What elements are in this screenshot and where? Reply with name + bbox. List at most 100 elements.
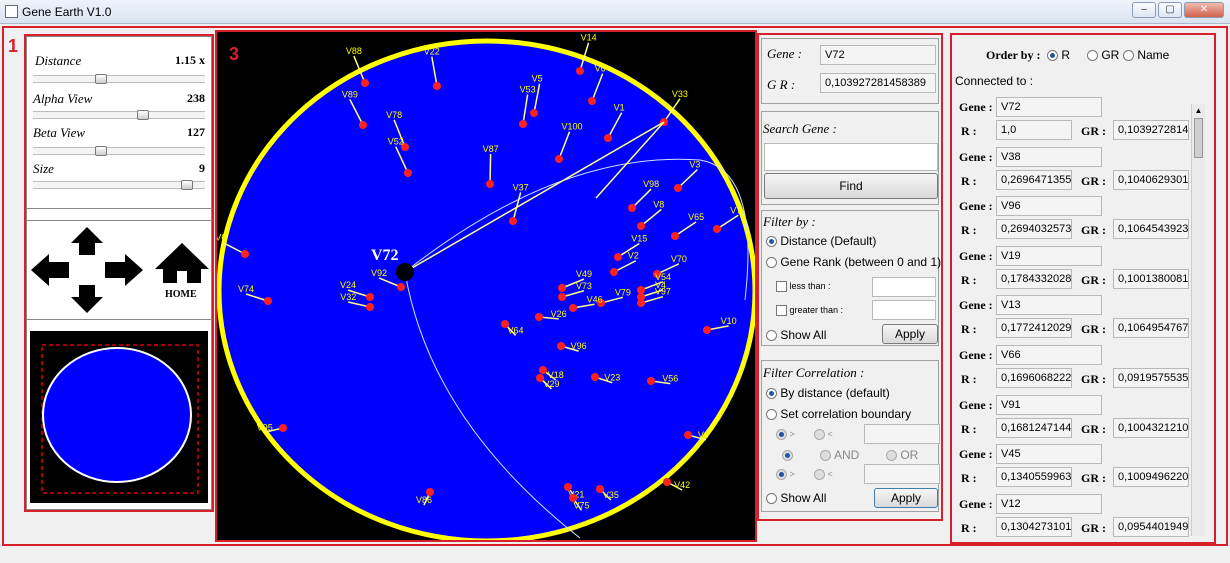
corr-apply-button[interactable]: Apply (874, 488, 938, 508)
radio[interactable] (776, 469, 787, 481)
row-r-label: R : (961, 223, 977, 238)
row-gr-label: GR : (1081, 124, 1106, 138)
connected-row[interactable]: Gene : V72 R : 1,0 GR : 0,10392728145 (953, 94, 1193, 140)
slider-thumb[interactable] (137, 110, 149, 120)
radio[interactable] (820, 450, 832, 462)
corr-gt2-option[interactable]: > (776, 469, 795, 481)
row-gene-value: V19 (996, 245, 1102, 266)
radio[interactable] (1123, 50, 1134, 62)
radio[interactable] (776, 429, 787, 441)
maximize-button[interactable]: ▢ (1158, 2, 1182, 18)
greater-than-input[interactable] (872, 300, 936, 320)
distance-slider[interactable] (33, 74, 205, 84)
connected-row[interactable]: Gene : V19 R : 0,17843320281 GR : 0,100138008… (953, 243, 1193, 289)
filter-gene-rank-option[interactable]: Gene Rank (between 0 and 1) (766, 255, 941, 269)
less-than-option[interactable]: less than : (776, 281, 831, 293)
row-gr-label: GR : (1081, 272, 1106, 287)
filter-apply-button[interactable]: Apply (882, 324, 938, 344)
row-gr-value: 0,09195755356 (1113, 368, 1189, 388)
radio-selected[interactable] (1047, 50, 1058, 62)
connected-row[interactable]: Gene : V13 R : 0,17724120298 GR : 0,106495476… (953, 292, 1193, 339)
filter-show-all-option[interactable]: Show All (766, 328, 826, 342)
filter-distance-option[interactable]: Distance (Default) (766, 234, 876, 248)
order-gr-option[interactable]: GR (1087, 48, 1119, 62)
connected-row[interactable]: Gene : V38 R : 0,26964713559 GR : 0,104062930… (953, 144, 1193, 190)
corr-distance-label: By distance (default) (780, 386, 890, 400)
radio[interactable] (814, 429, 825, 441)
row-gene-value: V38 (996, 146, 1102, 167)
checkbox[interactable] (776, 281, 787, 293)
beta-slider[interactable] (33, 146, 205, 156)
home-icon[interactable] (155, 243, 209, 283)
connected-row[interactable]: Gene : V96 R : 0,26940325734 GR : 0,106454392… (953, 193, 1193, 240)
beta-label: Beta View (33, 125, 86, 140)
slider-thumb[interactable] (95, 146, 107, 156)
corr-upper-input[interactable] (864, 464, 940, 484)
row-gr-value: 0,10392728145 (1113, 120, 1189, 140)
order-r-option[interactable]: R (1047, 48, 1070, 62)
row-gr-label: GR : (1081, 421, 1106, 436)
connected-row[interactable]: Gene : V12 R : 0,13042731014 GR : 0,095440194… (953, 491, 1193, 537)
search-input[interactable] (764, 143, 938, 171)
greater-than-option[interactable]: greater than : (776, 305, 843, 317)
alpha-slider[interactable] (33, 110, 205, 120)
corr-lt-option[interactable]: < (814, 429, 833, 441)
radio[interactable] (766, 257, 777, 269)
connected-row[interactable]: Gene : V66 R : 0,16960682226 GR : 0,091957553… (953, 342, 1193, 388)
arrow-down-icon[interactable] (71, 285, 103, 313)
corr-gt-option[interactable]: > (776, 429, 795, 441)
order-name-option[interactable]: Name (1123, 48, 1169, 62)
order-by-label: Order by : (986, 48, 1041, 62)
checkbox[interactable] (776, 305, 787, 317)
order-gr-label: GR (1101, 48, 1120, 62)
connected-row[interactable]: Gene : V45 R : 0,13405599635 GR : 0,100949622… (953, 441, 1193, 488)
row-gene-value: V91 (996, 394, 1102, 415)
row-gene-label: Gene : (959, 149, 993, 164)
radio-selected[interactable] (766, 236, 777, 248)
lt-label: < (827, 469, 833, 479)
scroll-thumb[interactable] (1194, 118, 1203, 158)
radio[interactable] (766, 409, 777, 421)
connected-genes-panel: Order by : R GR Name Connected to : Gene… (953, 36, 1214, 542)
slider-thumb[interactable] (181, 180, 193, 190)
less-than-label: less than : (789, 281, 831, 291)
radio[interactable] (782, 450, 793, 462)
scroll-up-icon[interactable]: ▲ (1192, 104, 1205, 118)
size-slider[interactable] (33, 180, 205, 190)
arrow-left-icon[interactable] (31, 254, 69, 286)
lt-label: < (827, 429, 833, 439)
minimap[interactable] (30, 331, 208, 503)
corr-distance-option[interactable]: By distance (default) (766, 386, 890, 400)
corr-and-option[interactable]: AND (782, 448, 859, 462)
arrow-right-icon[interactable] (105, 254, 143, 286)
radio[interactable] (886, 450, 897, 462)
close-button[interactable]: ✕ (1184, 2, 1224, 18)
row-gr-label: GR : (1081, 372, 1106, 386)
row-gene-label: Gene : (959, 348, 993, 362)
row-gr-value: 0,10649547670 (1113, 318, 1189, 339)
arrow-up-icon[interactable] (71, 227, 103, 255)
gr-field: 0,103927281458389 (820, 73, 936, 93)
corr-lt2-option[interactable]: < (814, 469, 833, 481)
radio[interactable] (1087, 50, 1098, 62)
corr-boundary-option[interactable]: Set correlation boundary (766, 407, 911, 421)
gr-label: G R : (767, 77, 796, 92)
row-gene-label: Gene : (959, 100, 993, 114)
minimize-button[interactable]: – (1132, 2, 1156, 18)
connected-row[interactable]: Gene : V91 R : 0,16812471442 GR : 0,100432121… (953, 392, 1193, 438)
connected-scrollbar[interactable]: ▲ (1191, 104, 1205, 536)
find-button[interactable]: Find (764, 173, 938, 199)
slider-thumb[interactable] (95, 74, 107, 84)
less-than-input[interactable] (872, 277, 936, 297)
radio[interactable] (766, 493, 777, 505)
row-r-value: 0,17724120298 (996, 318, 1072, 339)
size-label: Size (33, 161, 54, 176)
corr-or-option[interactable]: OR (886, 448, 918, 462)
row-gene-value: V72 (996, 97, 1102, 117)
corr-lower-input[interactable] (864, 424, 940, 444)
radio[interactable] (766, 330, 777, 342)
filter-box: Filter by : Distance (Default) Gene Rank… (761, 210, 941, 346)
corr-show-all-option[interactable]: Show All (766, 491, 826, 505)
radio[interactable] (814, 469, 825, 481)
radio-selected[interactable] (766, 388, 777, 400)
